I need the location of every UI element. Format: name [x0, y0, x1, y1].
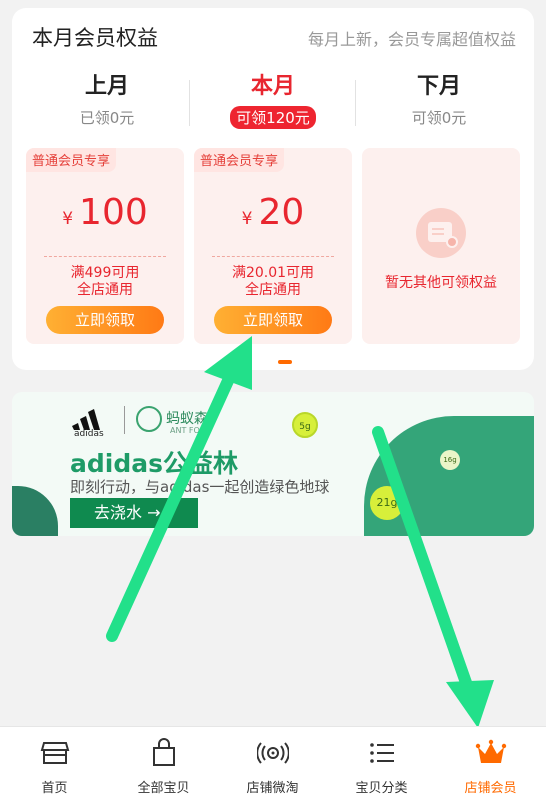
coupon-conditions: 满20.01可用 全店通用: [194, 265, 352, 299]
dashed-divider: [212, 256, 334, 257]
month-name: 下月: [416, 74, 461, 99]
tab-label: 首页: [41, 781, 68, 796]
divider: [355, 80, 356, 126]
dashed-divider: [44, 256, 166, 257]
tab-label: 店铺微淘: [246, 781, 299, 796]
month-status: 可领0元: [411, 109, 467, 127]
list-icon: [369, 743, 394, 763]
empty-benefit-card: 暂无其他可领权益: [362, 148, 520, 344]
card-title: 本月会员权益: [32, 26, 158, 50]
coupon-card: 普通会员专享 ¥20 满20.01可用 全店通用 立即领取: [194, 148, 352, 344]
currency-symbol: ¥: [241, 209, 253, 229]
coupon-amount: ¥100: [26, 192, 184, 233]
claim-button[interactable]: 立即领取: [214, 306, 332, 334]
coupon-value: 100: [79, 192, 148, 233]
crown-icon: [475, 739, 506, 763]
coupon-value: 20: [258, 192, 305, 233]
currency-symbol: ¥: [62, 209, 74, 229]
partner-name: 蚂蚁森: [166, 411, 208, 427]
tab-last-month[interactable]: 上月 已领0元: [32, 72, 182, 129]
tab-label: 店铺会员: [464, 781, 517, 796]
divider: [189, 80, 190, 126]
energy-ball: 5g: [292, 412, 318, 438]
shopping-bag-icon: [152, 738, 175, 766]
divider: [124, 406, 125, 434]
energy-ball: 16g: [440, 450, 460, 470]
month-status: 已领0元: [79, 109, 135, 127]
banner-subtitle: 即刻行动，与adidas一起创造绿色地球: [70, 478, 330, 496]
storefront-icon: [40, 742, 69, 764]
partner-subtitle: ANT FO: [170, 426, 200, 435]
tab-membership[interactable]: 店铺会员: [436, 727, 545, 800]
adidas-logo-icon: [72, 409, 100, 430]
coupon-card: 普通会员专享 ¥100 满499可用 全店通用 立即领取: [26, 148, 184, 344]
coupon-scope: 全店通用: [77, 282, 133, 298]
water-button[interactable]: 去浇水 →: [70, 498, 198, 528]
card-subtitle: 每月上新，会员专属超值权益: [307, 30, 516, 49]
coupon-threshold: 满20.01可用: [231, 265, 315, 281]
tab-home[interactable]: 首页: [0, 727, 109, 800]
banner-title: adidas公益林: [70, 449, 238, 478]
tab-categories[interactable]: 宝贝分类: [327, 727, 436, 800]
coupon-threshold: 满499可用: [70, 265, 140, 281]
ant-forest-logo-icon: [136, 406, 162, 432]
broadcast-icon: [256, 742, 289, 764]
empty-text: 暂无其他可领权益: [385, 275, 497, 291]
month-tabs: 上月 已领0元 本月 可领120元 下月 可领0元: [12, 72, 534, 136]
tab-label: 宝贝分类: [355, 781, 408, 796]
leaf-decoration: [12, 486, 58, 536]
coupon-scope: 全店通用: [245, 282, 301, 298]
tab-shop-feed[interactable]: 店铺微淘: [218, 727, 327, 800]
coupon-empty-icon: [416, 208, 466, 258]
coupon-tag: 普通会员专享: [26, 148, 117, 172]
month-name: 本月: [250, 74, 295, 99]
arrow-head-icon: [446, 680, 494, 728]
coupon-amount: ¥20: [194, 192, 352, 233]
month-status-badge: 可领120元: [230, 106, 316, 129]
tab-all-items[interactable]: 全部宝贝: [109, 727, 218, 800]
claim-button[interactable]: 立即领取: [46, 306, 164, 334]
promo-banner[interactable]: adidas 蚂蚁森 ANT FO adidas公益林 即刻行动，与adidas…: [12, 392, 534, 536]
coupon-tag: 普通会员专享: [194, 148, 285, 172]
tab-next-month[interactable]: 下月 可领0元: [364, 72, 514, 129]
month-name: 上月: [84, 74, 129, 99]
energy-ball: 21g: [370, 486, 404, 520]
brand-name: adidas: [74, 429, 104, 439]
tab-label: 全部宝贝: [137, 781, 190, 796]
member-benefits-card: 本月会员权益 每月上新，会员专属超值权益 上月 已领0元 本月 可领120元 下…: [12, 8, 534, 370]
page-indicator: [278, 360, 292, 364]
bottom-tab-bar: 首页 全部宝贝 店铺微淘 宝贝分类 店铺会员: [0, 726, 546, 800]
coupon-conditions: 满499可用 全店通用: [26, 265, 184, 299]
tab-this-month[interactable]: 本月 可领120元: [198, 72, 348, 129]
